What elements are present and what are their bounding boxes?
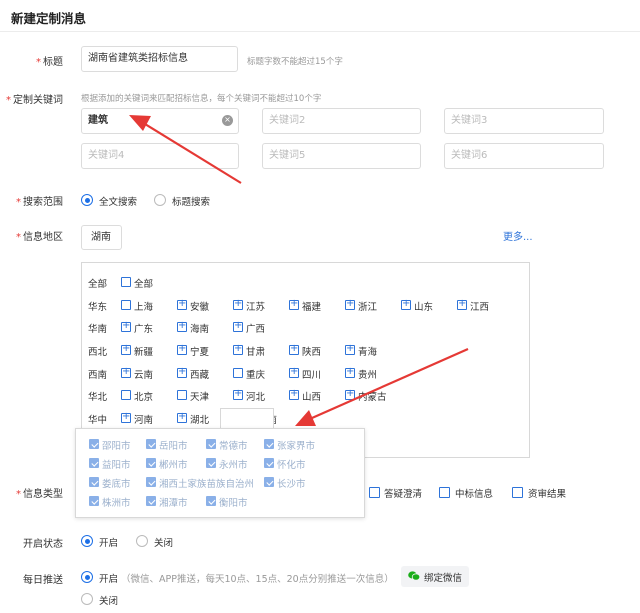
- annotation-arrows: [129, 115, 469, 426]
- arrowhead-keyword: [129, 115, 151, 131]
- arrow-to-keyword: [144, 123, 242, 184]
- arrow-to-hunan: [311, 347, 469, 420]
